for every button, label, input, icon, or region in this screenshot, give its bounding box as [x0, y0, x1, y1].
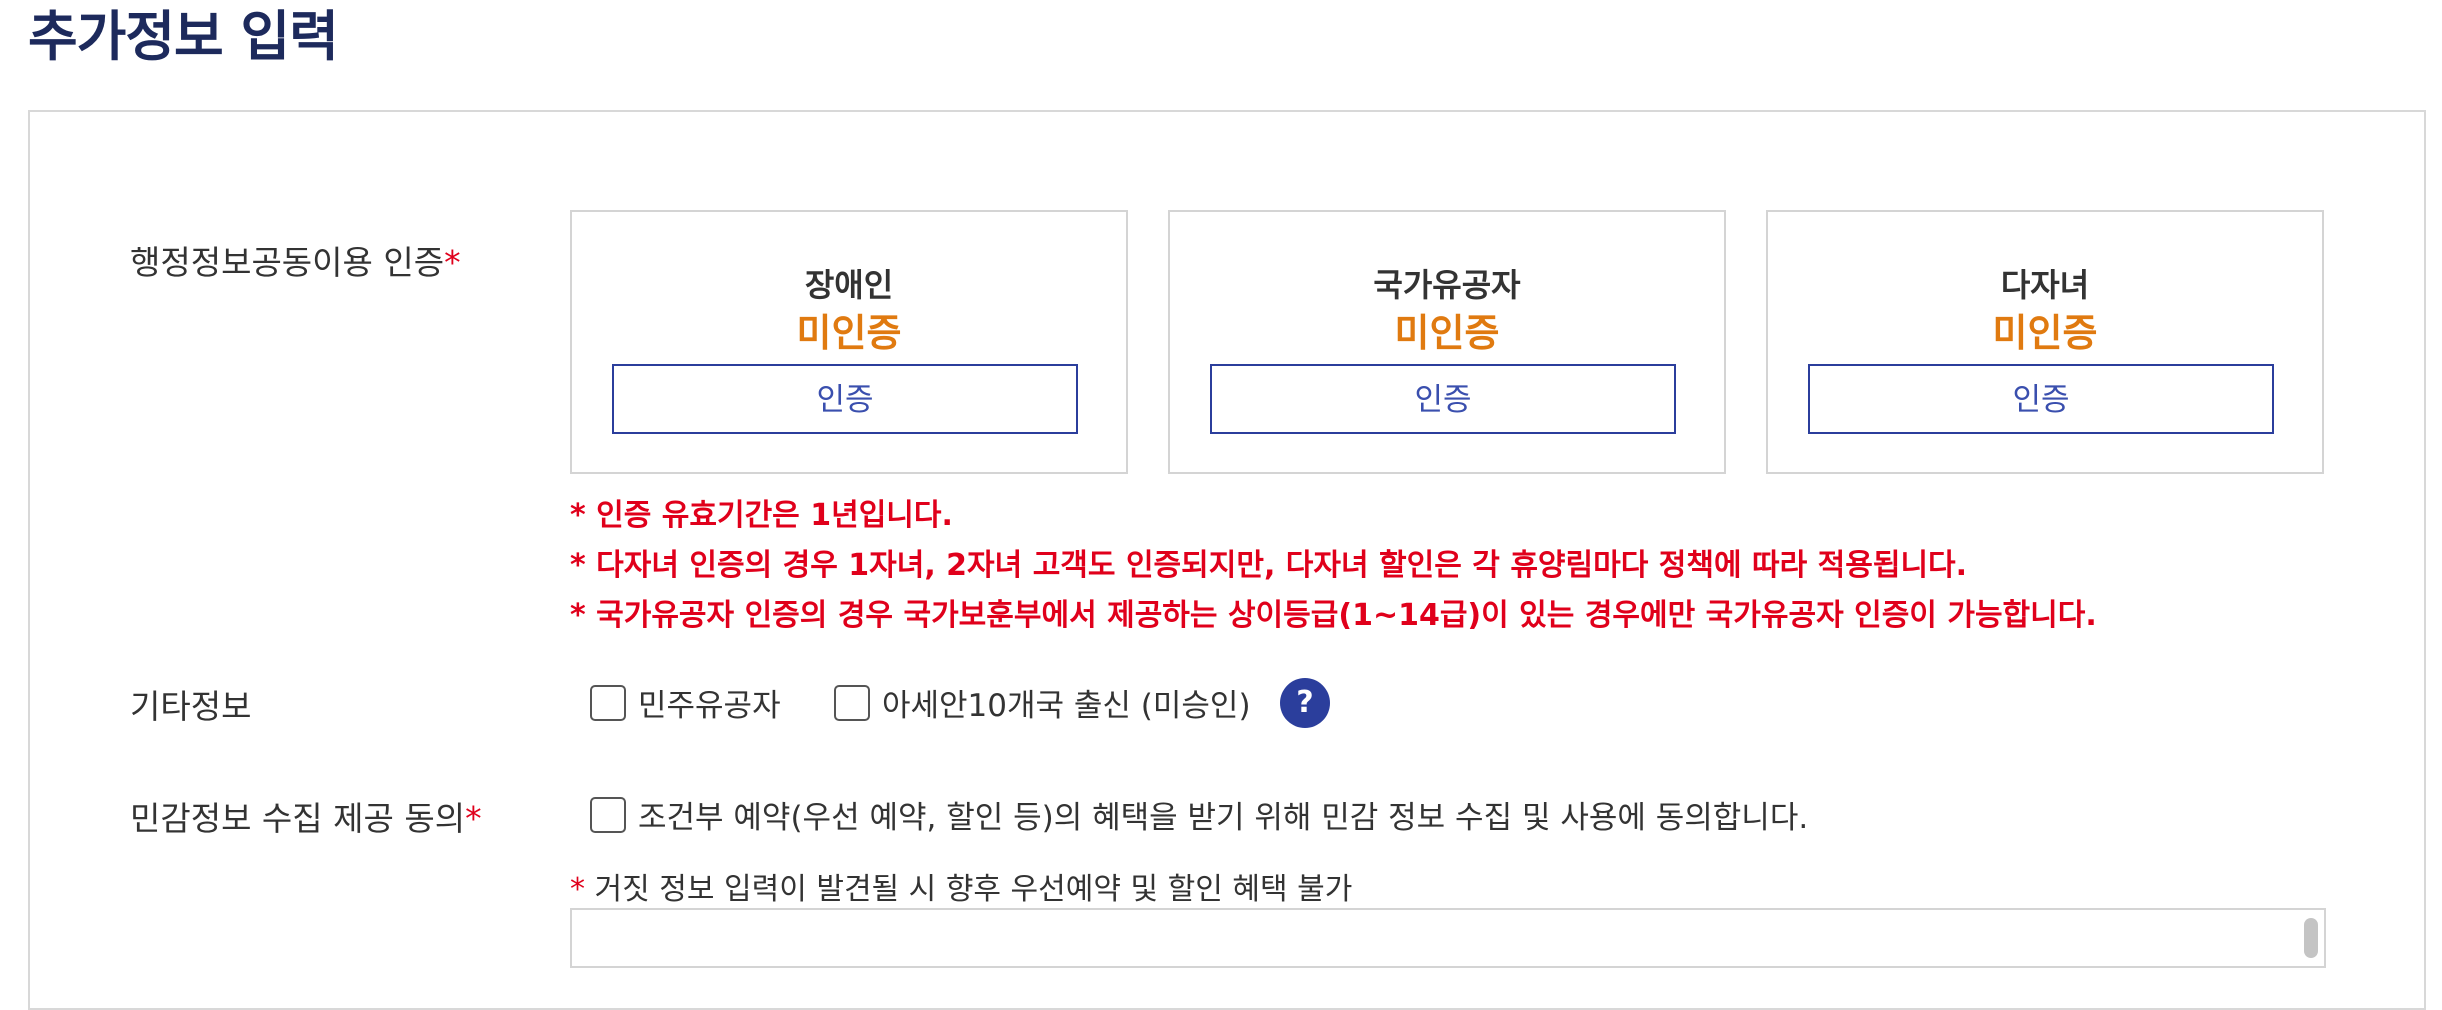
other-info-label: 기타정보	[130, 687, 252, 726]
option-label: 아세안10개국 출신 (미승인)	[882, 688, 1251, 724]
option-asean[interactable]: 아세안10개국 출신 (미승인)	[834, 680, 1251, 725]
cert-box-multichild: 다자녀 미인증 인증	[1766, 210, 2324, 474]
cert-status: 미인증	[1394, 311, 1500, 355]
option-label: 민주유공자	[638, 688, 781, 724]
cert-status: 미인증	[1992, 311, 2098, 355]
terms-textarea[interactable]	[570, 908, 2326, 968]
agree-label: 조건부 예약(우선 예약, 할인 등)의 혜택을 받기 위해 민감 정보 수집 …	[638, 800, 1809, 836]
sensitive-label: 민감정보 수집 제공 동의*	[130, 799, 482, 838]
cert-button-multichild[interactable]: 인증	[1808, 364, 2274, 434]
checkbox[interactable]	[590, 796, 626, 833]
cert-button-disabled[interactable]: 인증	[612, 364, 1078, 434]
required-mark: *	[465, 799, 482, 838]
cert-box-disabled: 장애인 미인증 인증	[570, 210, 1128, 474]
false-info-warning: * 거짓 정보 입력이 발견될 시 향후 우선예약 및 할인 혜택 불가	[570, 872, 1353, 907]
scrollbar-thumb[interactable]	[2304, 918, 2318, 958]
notice-multichild: * 다자녀 인증의 경우 1자녀, 2자녀 고객도 인증되지만, 다자녀 할인은…	[570, 548, 1968, 583]
admin-cert-label: 행정정보공동이용 인증*	[130, 243, 461, 282]
help-icon[interactable]: ?	[1280, 678, 1330, 728]
notice-validity: * 인증 유효기간은 1년입니다.	[570, 498, 953, 533]
cert-box-veteran: 국가유공자 미인증 인증	[1168, 210, 1726, 474]
sensitive-agree-option[interactable]: 조건부 예약(우선 예약, 할인 등)의 혜택을 받기 위해 민감 정보 수집 …	[590, 792, 1808, 837]
cert-name: 다자녀	[2000, 266, 2090, 304]
cert-name: 국가유공자	[1373, 266, 1521, 304]
option-democracy-merit[interactable]: 민주유공자	[590, 680, 781, 725]
cert-name: 장애인	[804, 266, 894, 304]
checkbox[interactable]	[834, 684, 870, 721]
required-mark: *	[444, 243, 461, 282]
checkbox[interactable]	[590, 684, 626, 721]
cert-button-veteran[interactable]: 인증	[1210, 364, 1676, 434]
notice-veteran: * 국가유공자 인증의 경우 국가보훈부에서 제공하는 상이등급(1~14급)이…	[570, 598, 2097, 633]
page-title: 추가정보 입력	[28, 5, 339, 68]
cert-status: 미인증	[796, 311, 902, 355]
